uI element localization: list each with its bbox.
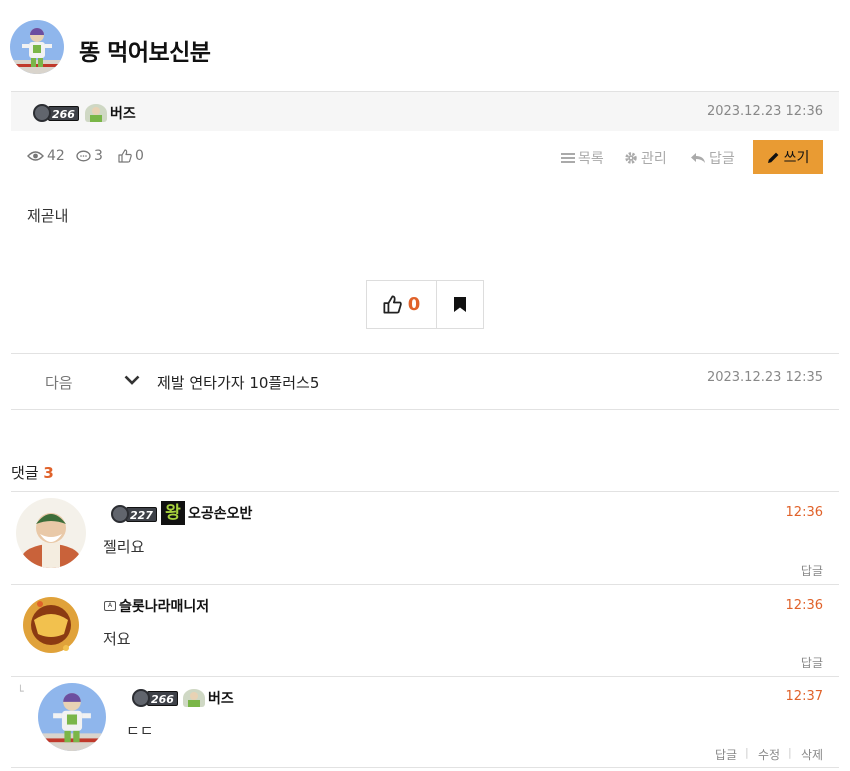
manage-button[interactable]: 관리 bbox=[624, 148, 667, 168]
buzz-mini-icon bbox=[85, 104, 107, 122]
level-badge: 266 bbox=[132, 689, 178, 707]
comments-stat: 3 bbox=[76, 148, 103, 164]
rank-badge: 왕 bbox=[161, 501, 185, 525]
views-stat: 42 bbox=[27, 148, 65, 164]
author-bar: 266 버즈 2023.12.23 12:36 bbox=[11, 91, 839, 131]
like-button[interactable]: 0 bbox=[367, 281, 437, 328]
next-post-date: 2023.12.23 12:35 bbox=[706, 370, 823, 385]
post-body: 제곧내 bbox=[27, 207, 69, 225]
comment-text: ㄷㄷ bbox=[126, 722, 154, 740]
commenter-avatar[interactable] bbox=[16, 498, 86, 568]
comment-reply-button[interactable]: 답글 bbox=[715, 746, 737, 763]
post-date: 2023.12.23 12:36 bbox=[706, 104, 823, 119]
comment-item: A 슬롯나라매니저 12:36 저요 답글 bbox=[11, 584, 839, 676]
author-avatar[interactable] bbox=[10, 20, 64, 74]
comment-text: 저요 bbox=[103, 630, 131, 648]
commenter-nickname[interactable]: 오공손오반 bbox=[188, 503, 252, 523]
write-button[interactable]: 쓰기 bbox=[753, 140, 823, 174]
page-title: 똥 먹어보신분 bbox=[79, 40, 211, 66]
eye-icon bbox=[27, 151, 44, 161]
reply-icon bbox=[691, 153, 705, 163]
commenter-nickname[interactable]: 슬롯나라매니저 bbox=[119, 596, 209, 616]
level-gear-icon bbox=[33, 104, 51, 122]
vote-box: 0 bbox=[366, 280, 484, 329]
next-post-row[interactable]: 다음 제발 연타가자 10플러스5 2023.12.23 12:35 bbox=[11, 353, 839, 410]
bookmark-button[interactable] bbox=[437, 281, 483, 328]
action-separator: | bbox=[788, 746, 792, 759]
level-badge: 266 bbox=[33, 104, 79, 122]
reply-button[interactable]: 답글 bbox=[690, 148, 735, 168]
comments-count: 3 bbox=[43, 464, 54, 482]
level-badge: 227 bbox=[111, 505, 157, 523]
next-post-title[interactable]: 제발 연타가자 10플러스5 bbox=[157, 372, 319, 393]
comment-item: 227 왕 오공손오반 12:36 젤리요 답글 bbox=[11, 491, 839, 584]
comment-time: 12:36 bbox=[785, 505, 823, 520]
thumbs-up-icon bbox=[383, 295, 402, 314]
author-nickname[interactable]: 버즈 bbox=[110, 103, 136, 123]
comment-edit-button[interactable]: 수정 bbox=[758, 746, 780, 763]
comment-icon bbox=[76, 150, 91, 161]
level-gear-icon bbox=[132, 689, 150, 707]
comment-time: 12:37 bbox=[785, 689, 823, 704]
level-gear-icon bbox=[111, 505, 129, 523]
app-badge-icon: A bbox=[104, 601, 116, 611]
comment-delete-button[interactable]: 삭제 bbox=[801, 746, 823, 763]
likes-stat: 0 bbox=[118, 148, 144, 164]
bookmark-icon bbox=[454, 297, 466, 312]
commenter-avatar[interactable] bbox=[38, 683, 106, 751]
comment-reply-button[interactable]: 답글 bbox=[801, 654, 823, 671]
reply-indent-icon: └ bbox=[17, 685, 24, 698]
chevron-down-icon bbox=[124, 375, 140, 385]
gear-icon bbox=[625, 152, 637, 164]
thumbs-up-icon bbox=[118, 149, 132, 163]
commenter-nickname[interactable]: 버즈 bbox=[208, 688, 234, 708]
action-separator: | bbox=[745, 746, 749, 759]
list-button[interactable]: 목록 bbox=[561, 148, 604, 168]
comment-text: 젤리요 bbox=[103, 538, 145, 556]
commenter-avatar[interactable] bbox=[16, 590, 86, 660]
buzz-mini-icon bbox=[183, 689, 205, 707]
comments-heading: 댓글 3 bbox=[11, 464, 54, 482]
pencil-icon bbox=[767, 152, 779, 163]
next-label: 다음 bbox=[45, 374, 73, 392]
like-count: 0 bbox=[407, 294, 421, 315]
comment-time: 12:36 bbox=[785, 598, 823, 613]
list-icon bbox=[561, 153, 575, 163]
comment-reply-button[interactable]: 답글 bbox=[801, 562, 823, 579]
comment-item-reply: └ 266 버즈 12:37 ㄷㄷ 답글 | 수정 | 삭제 bbox=[11, 676, 839, 768]
